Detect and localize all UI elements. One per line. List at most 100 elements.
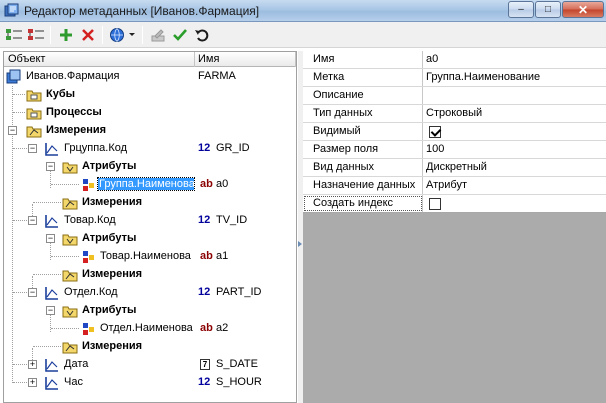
tree-node-label: Отдел.Наименова: [100, 322, 193, 334]
date-type-icon: 7: [200, 359, 210, 370]
close-button[interactable]: ✕: [562, 1, 604, 18]
property-value[interactable]: 100: [426, 143, 444, 155]
property-row-name[interactable]: Имя a0: [303, 51, 606, 69]
tree-node-dimension[interactable]: − Грцуппа.Код 12 GR_ID: [4, 140, 296, 158]
string-type-icon: ab: [200, 322, 213, 334]
delete-button[interactable]: [78, 25, 98, 45]
property-key: Создать индекс: [303, 195, 423, 212]
property-value[interactable]: Строковый: [426, 107, 482, 119]
collapse-icon[interactable]: −: [46, 162, 55, 171]
name-column-header[interactable]: Имя: [198, 53, 219, 65]
property-row-label[interactable]: Метка Группа.Наименование: [303, 69, 606, 87]
folder-icon: [62, 234, 78, 246]
remove-tree-icon: [28, 29, 44, 40]
property-key: Имя: [303, 51, 423, 68]
tree-node-attribute[interactable]: Группа.Наименова ab a0: [4, 176, 296, 194]
apply-button[interactable]: [170, 25, 190, 45]
edit-button[interactable]: [148, 25, 168, 45]
dimension-axis-icon: [45, 143, 58, 156]
tree-node-attribute[interactable]: Товар.Наименова ab a1: [4, 248, 296, 266]
object-tree-panel[interactable]: Объект Имя Иванов.Фармация FARMA Кубы Пр…: [3, 51, 297, 403]
property-value[interactable]: Атрибут: [426, 179, 467, 191]
tree-node-name: PART_ID: [216, 286, 262, 298]
numeric-type-icon: 12: [198, 214, 211, 226]
tree-node-name: a1: [216, 250, 229, 262]
tree-node-dimension-measurements[interactable]: Измерения: [4, 194, 296, 212]
edit-icon: [151, 29, 165, 42]
tree-node-label: Группа.Наименова: [97, 177, 195, 191]
collapse-icon[interactable]: −: [8, 126, 17, 135]
property-key: Метка: [303, 69, 423, 86]
tree-node-label: Измерения: [82, 268, 143, 280]
undo-button[interactable]: [192, 25, 212, 45]
property-value[interactable]: a0: [426, 53, 438, 65]
metadata-app-icon: [4, 3, 19, 17]
create-index-checkbox[interactable]: [429, 198, 441, 210]
property-row-field-size[interactable]: Размер поля 100: [303, 141, 606, 159]
tree-node-label: Дата: [64, 358, 89, 370]
connect-dropdown-button[interactable]: [108, 25, 138, 45]
tree-node-dimension-measurements[interactable]: Измерения: [4, 338, 296, 356]
tree-node-date[interactable]: + Дата 7 S_DATE: [4, 356, 296, 374]
collapse-icon[interactable]: −: [46, 234, 55, 243]
folder-icon: [26, 126, 42, 138]
add-button[interactable]: [56, 25, 76, 45]
remove-tree-item-button[interactable]: [26, 25, 46, 45]
collapse-icon[interactable]: −: [28, 144, 37, 153]
folder-icon: [62, 162, 78, 174]
tree-node-name: a0: [216, 178, 229, 190]
add-tree-item-button[interactable]: [4, 25, 24, 45]
property-row-data-kind[interactable]: Вид данных Дискретный: [303, 159, 606, 177]
tree-node-attributes[interactable]: − Атрибуты: [4, 302, 296, 320]
property-row-description[interactable]: Описание: [303, 87, 606, 105]
property-row-visible[interactable]: Видимый: [303, 123, 606, 141]
folder-icon: [62, 306, 78, 318]
folder-icon: [62, 342, 78, 354]
collapse-icon[interactable]: −: [46, 306, 55, 315]
tree-node-attribute[interactable]: Отдел.Наименова ab a2: [4, 320, 296, 338]
object-column-header[interactable]: Объект: [8, 53, 45, 65]
property-grid[interactable]: Имя a0 Метка Группа.Наименование Описани…: [303, 51, 606, 403]
property-row-data-type[interactable]: Тип данных Строковый: [303, 105, 606, 123]
visible-checkbox[interactable]: [429, 126, 441, 138]
collapse-icon[interactable]: −: [28, 216, 37, 225]
tree-node-attributes[interactable]: − Атрибуты: [4, 158, 296, 176]
database-icon: [6, 69, 21, 84]
tree-node-dimension[interactable]: − Товар.Код 12 TV_ID: [4, 212, 296, 230]
minimize-button[interactable]: –: [508, 1, 534, 18]
window-title: Редактор метаданных [Иванов.Фармация]: [24, 4, 260, 18]
folder-icon: [62, 270, 78, 282]
property-key: Описание: [303, 87, 423, 104]
tree-header: Объект Имя: [4, 52, 296, 67]
tree-node-cubes[interactable]: Кубы: [4, 86, 296, 104]
property-value[interactable]: Дискретный: [426, 161, 487, 173]
tree-node-label: Товар.Наименова: [100, 250, 191, 262]
tree-node-label: Атрибуты: [82, 232, 137, 244]
tree-node-label: Измерения: [82, 340, 143, 352]
tree-node-dimension-measurements[interactable]: Измерения: [4, 266, 296, 284]
maximize-button[interactable]: □: [535, 1, 561, 18]
property-key: Видимый: [303, 123, 423, 140]
folder-icon: [26, 108, 42, 120]
title-bar[interactable]: Редактор метаданных [Иванов.Фармация] – …: [0, 0, 606, 22]
property-row-create-index[interactable]: Создать индекс: [303, 195, 606, 213]
tree-node-dimension[interactable]: − Отдел.Код 12 PART_ID: [4, 284, 296, 302]
tree-node-hour[interactable]: + Час 12 S_HOUR: [4, 374, 296, 392]
numeric-type-icon: 12: [198, 142, 211, 154]
collapse-icon[interactable]: −: [28, 288, 37, 297]
property-value[interactable]: Группа.Наименование: [426, 71, 540, 83]
tree-node-root[interactable]: Иванов.Фармация FARMA: [4, 68, 296, 86]
tree-node-measurements[interactable]: − Измерения: [4, 122, 296, 140]
expand-icon[interactable]: +: [28, 360, 37, 369]
tree-node-label: Процессы: [46, 106, 102, 118]
globe-icon: [110, 28, 135, 42]
tree-node-label: Иванов.Фармация: [26, 70, 120, 82]
property-row-data-purpose[interactable]: Назначение данных Атрибут: [303, 177, 606, 195]
add-tree-icon: [6, 29, 22, 40]
expand-icon[interactable]: +: [28, 378, 37, 387]
tree-node-attributes[interactable]: − Атрибуты: [4, 230, 296, 248]
attribute-icon: [83, 323, 94, 335]
tree-node-processes[interactable]: Процессы: [4, 104, 296, 122]
check-icon: [173, 29, 187, 41]
dimension-axis-icon: [45, 287, 58, 300]
